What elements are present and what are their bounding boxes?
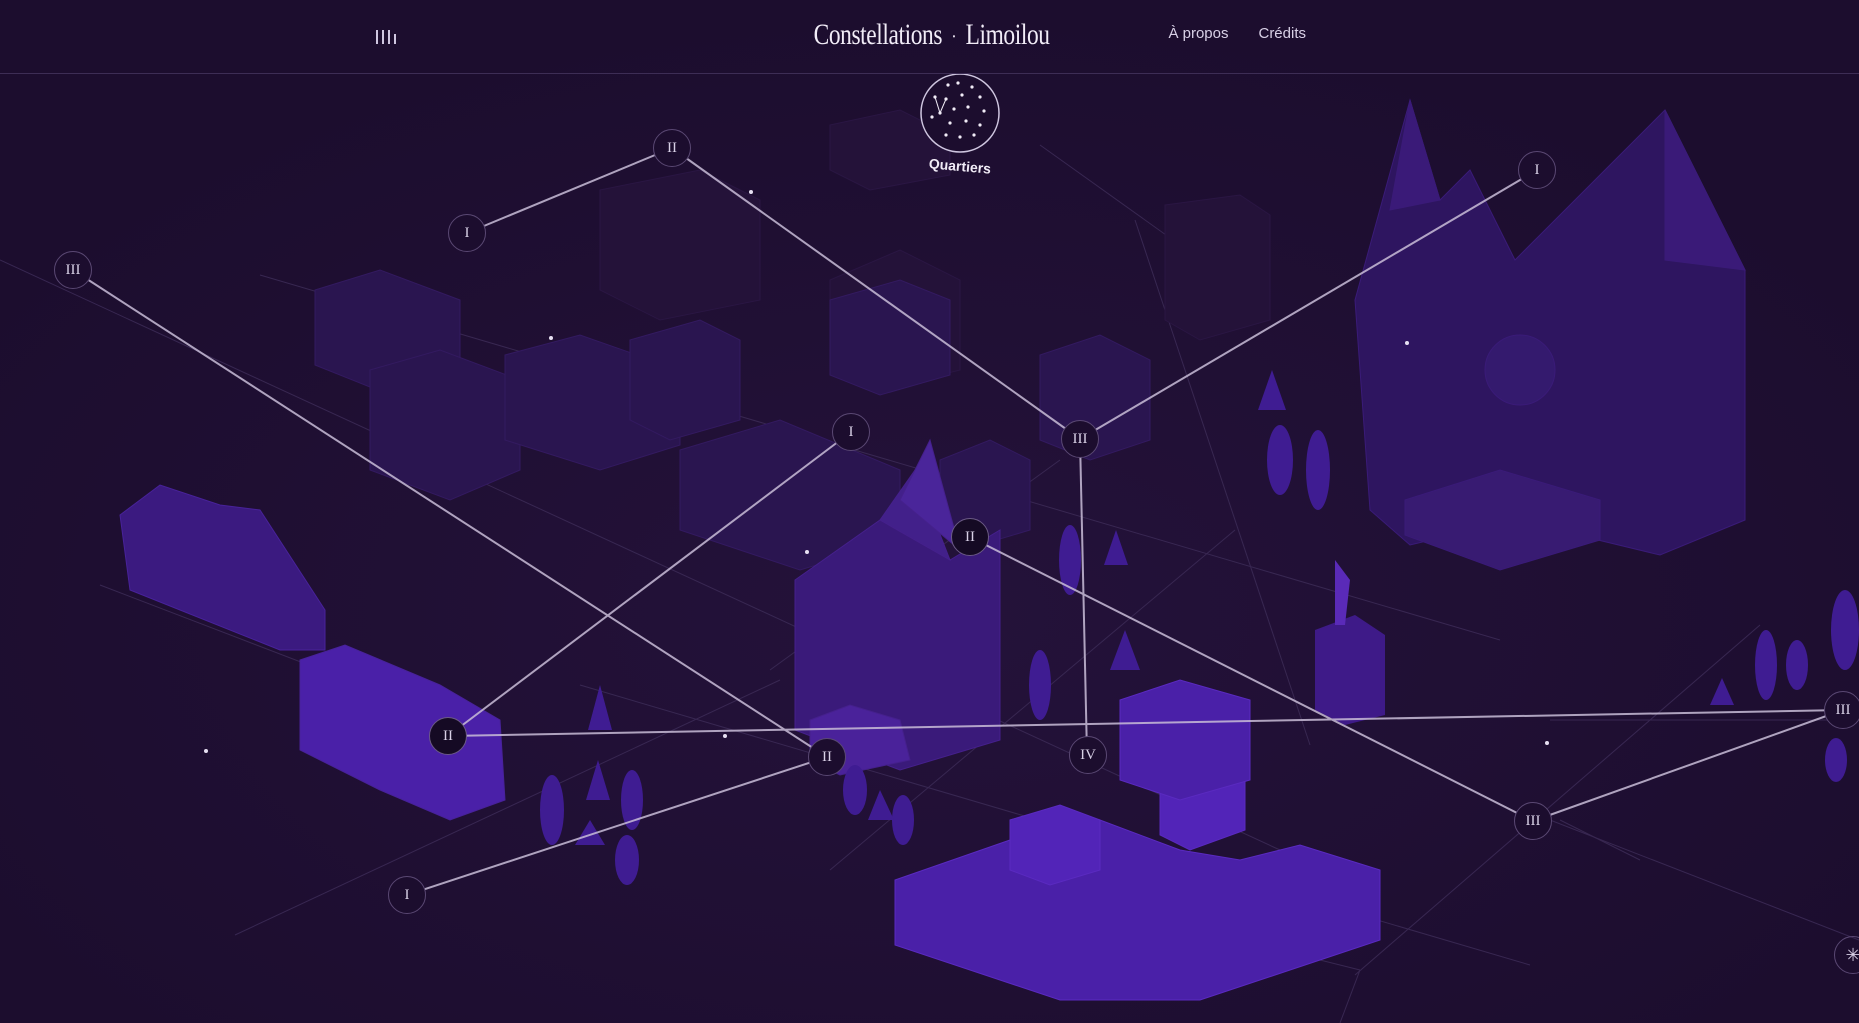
brand-title[interactable]: Constellations · Limoilou	[207, 18, 1657, 52]
nav-link-credits[interactable]: Crédits	[1258, 25, 1306, 42]
constellation-node[interactable]: I	[1518, 151, 1556, 189]
constellation-node[interactable]: II	[653, 129, 691, 167]
constellation-node[interactable]: III	[1061, 420, 1099, 458]
constellation-node[interactable]: III	[1824, 691, 1859, 729]
nav-link-a-propos[interactable]: À propos	[1168, 25, 1228, 42]
constellation-node[interactable]: I	[832, 413, 870, 451]
quartiers-button[interactable]: Quartiers	[919, 73, 1001, 183]
constellation-node[interactable]: IV	[1069, 736, 1107, 774]
constellation-node[interactable]: II	[429, 717, 467, 755]
constellation-node[interactable]: III	[1514, 802, 1552, 840]
constellation-node[interactable]: III	[54, 251, 92, 289]
quartiers-label: Quartiers	[928, 155, 992, 177]
constellation-node[interactable]: I	[448, 214, 486, 252]
header: Constellations · Limoilou À propos Crédits	[0, 0, 1859, 74]
brand-separator: ·	[951, 25, 957, 48]
brand-place: Limoilou	[965, 18, 1050, 51]
constellation-node[interactable]: II	[951, 518, 989, 556]
constellation-node[interactable]: II	[808, 738, 846, 776]
top-nav: À propos Crédits	[1168, 25, 1306, 42]
constellation-node[interactable]: I	[388, 876, 426, 914]
brand-name: Constellations	[813, 18, 943, 51]
